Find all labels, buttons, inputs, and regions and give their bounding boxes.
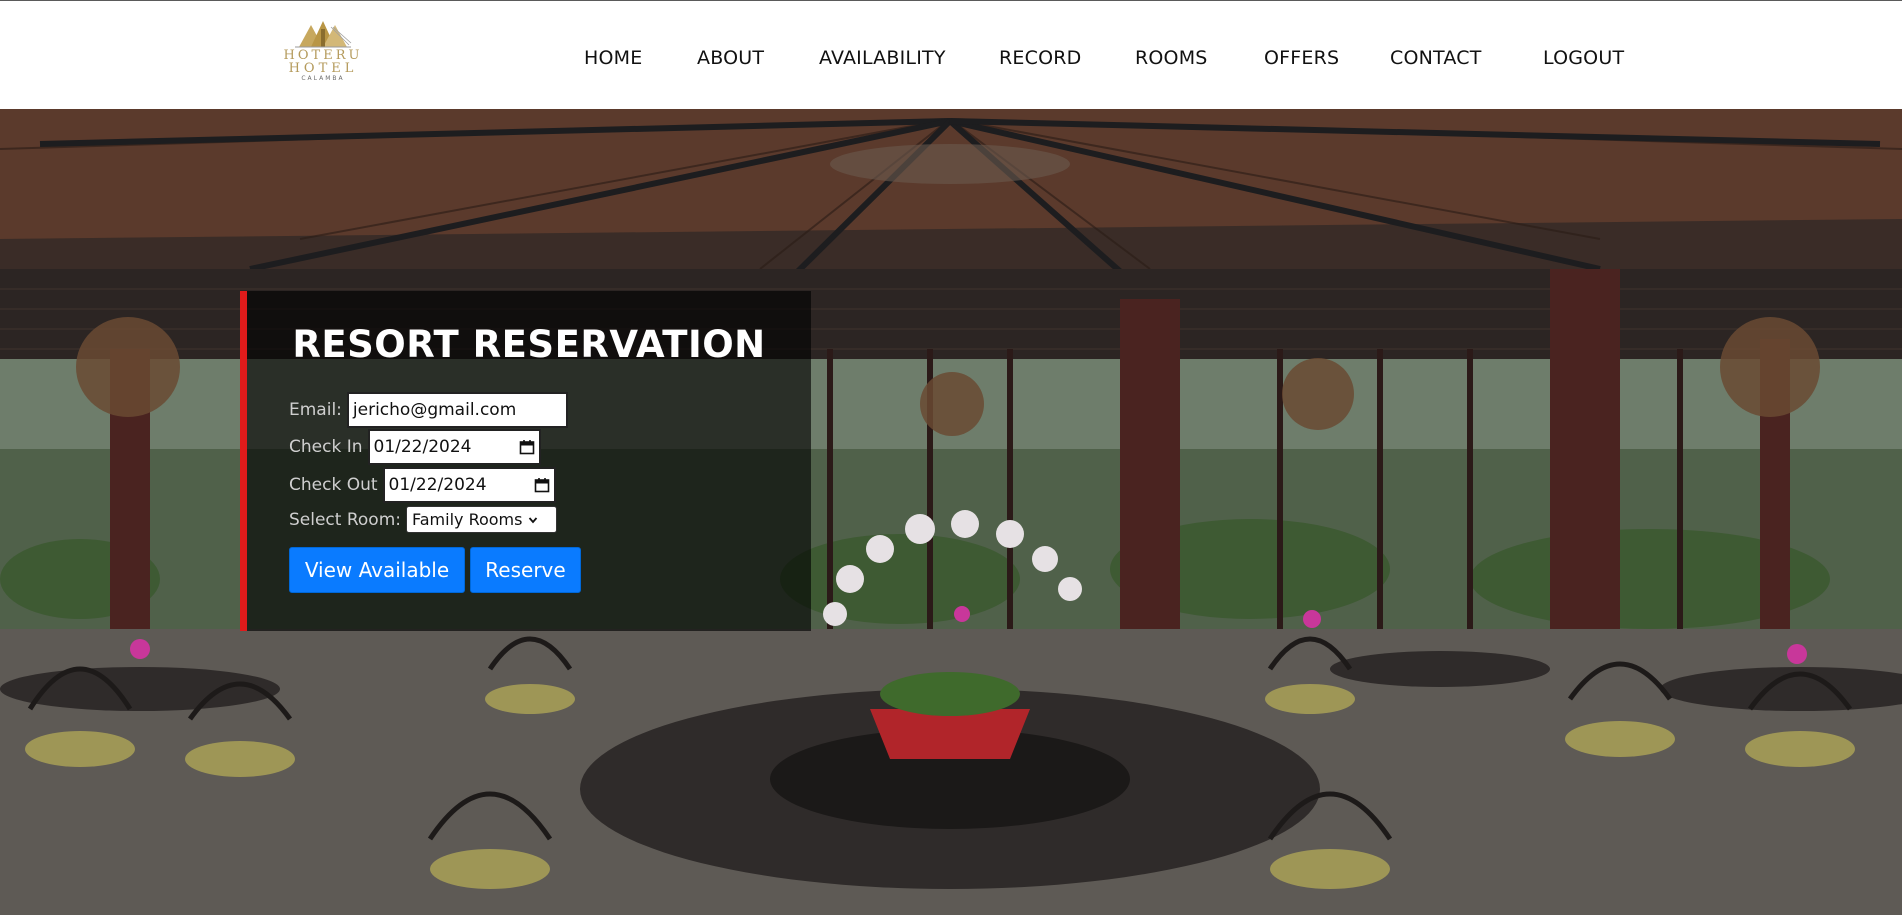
email-value: jericho@gmail.com [352, 399, 517, 420]
email-field[interactable]: jericho@gmail.com [346, 391, 568, 428]
site-header: HOTERU HOTEL CALAMBA HOME ABOUT AVAILABI… [0, 0, 1902, 109]
view-available-button[interactable]: View Available [289, 547, 465, 593]
nav-home[interactable]: HOME [584, 47, 642, 69]
nav-rooms[interactable]: ROOMS [1135, 47, 1208, 69]
calendar-icon[interactable] [519, 439, 535, 455]
main-nav: HOME ABOUT AVAILABILITY RECORD ROOMS OFF… [0, 1, 1902, 110]
room-select-value: Family Rooms [412, 510, 523, 529]
checkout-date-field[interactable]: 01/22/2024 [382, 466, 556, 503]
checkout-label: Check Out [289, 474, 378, 495]
nav-record[interactable]: RECORD [999, 47, 1081, 69]
nav-logout[interactable]: LOGOUT [1543, 47, 1624, 69]
reservation-panel: RESORT RESERVATION Email: jericho@gmail.… [240, 291, 811, 631]
checkin-date-field[interactable]: 01/22/2024 [367, 428, 541, 465]
checkout-row: Check Out 01/22/2024 [289, 466, 556, 503]
email-row: Email: jericho@gmail.com [289, 391, 568, 428]
email-label: Email: [289, 399, 342, 420]
nav-availability[interactable]: AVAILABILITY [819, 47, 946, 69]
reservation-title: RESORT RESERVATION [292, 323, 766, 366]
calendar-icon[interactable] [534, 477, 550, 493]
checkin-row: Check In 01/22/2024 [289, 428, 541, 465]
chevron-down-icon [529, 516, 538, 523]
room-select[interactable]: Family Rooms [406, 506, 557, 533]
nav-about[interactable]: ABOUT [697, 47, 764, 69]
nav-contact[interactable]: CONTACT [1390, 47, 1482, 69]
checkout-value: 01/22/2024 [388, 474, 487, 495]
reserve-button[interactable]: Reserve [470, 547, 581, 593]
room-label: Select Room: [289, 509, 401, 530]
checkin-value: 01/22/2024 [373, 436, 472, 457]
room-row: Select Room: Family Rooms [289, 501, 557, 538]
checkin-label: Check In [289, 436, 363, 457]
nav-offers[interactable]: OFFERS [1264, 47, 1339, 69]
